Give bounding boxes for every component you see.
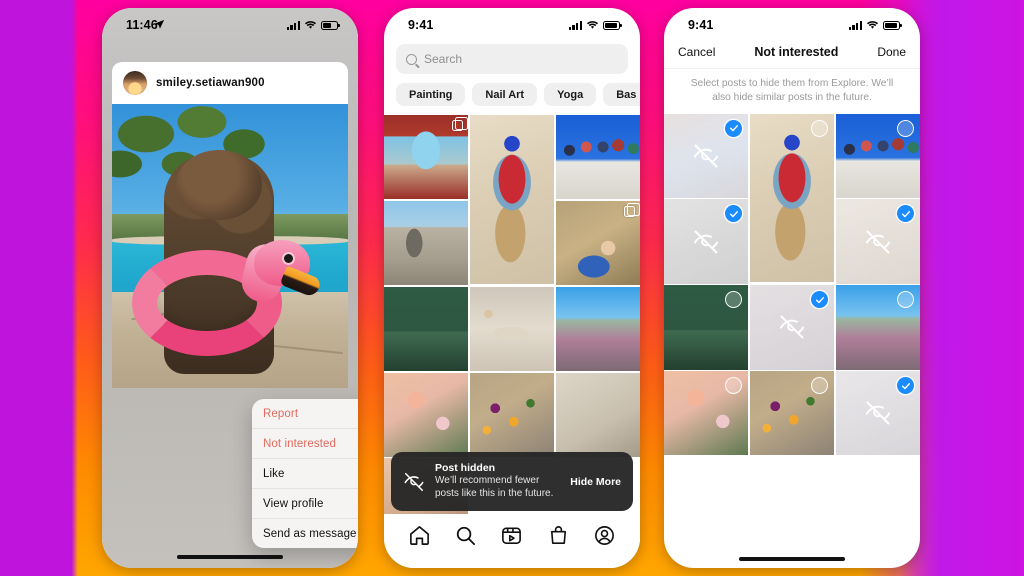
flamingo-beak [279, 265, 323, 299]
phone-1-post-menu: 11:46 smiley.setiawan900 Report Not inter… [102, 8, 358, 568]
wifi-icon [304, 21, 317, 29]
selectable-tile-arch-view[interactable] [664, 113, 749, 198]
avatar[interactable] [123, 71, 147, 95]
selectable-tile-friends-group[interactable] [835, 113, 920, 198]
tab-bar[interactable] [384, 514, 640, 568]
home-indicator [177, 554, 283, 559]
selectable-tile-dancer[interactable] [749, 113, 835, 283]
checkmark-icon-unselected[interactable] [725, 291, 743, 309]
selection-grid[interactable] [664, 113, 920, 456]
profile-icon[interactable] [593, 524, 616, 547]
battery-icon [321, 20, 340, 30]
checkmark-icon-unselected[interactable] [897, 119, 914, 137]
checkmark-icon-unselected[interactable] [725, 377, 743, 395]
checkmark-icon-unselected[interactable] [811, 119, 829, 137]
wifi-icon [586, 21, 599, 29]
grid-tile-coastline[interactable] [555, 286, 640, 372]
category-chips[interactable]: Painting Nail Art Yoga Bas [384, 74, 640, 115]
toast-subtitle: We’ll recommend fewer posts like this in… [435, 475, 554, 500]
status-bar: 9:41 [664, 8, 920, 38]
grid-tile-green-dining-room[interactable] [384, 286, 469, 372]
home-indicator [739, 556, 845, 561]
modal-header: Cancel Not interested Done [664, 38, 920, 69]
checkmark-icon-unselected[interactable] [811, 377, 829, 395]
grid-tile-flowers[interactable] [384, 372, 469, 457]
status-time: 11:46 [126, 18, 158, 32]
reels-icon[interactable] [500, 524, 523, 547]
cellular-signal-icon [848, 20, 862, 30]
page-title: Not interested [754, 45, 839, 59]
chip-nail-art[interactable]: Nail Art [472, 83, 538, 106]
post-photo[interactable] [112, 96, 348, 388]
menu-item-send-as-message[interactable]: Send as message [252, 519, 358, 548]
post-hidden-toast: Post hidden We’ll recommend fewer posts … [391, 452, 633, 511]
selectable-tile-stone-arch[interactable] [664, 199, 749, 284]
search-bar[interactable]: Search [396, 44, 628, 74]
selectable-tile-hand[interactable] [835, 371, 920, 456]
post-header[interactable]: smiley.setiawan900 [112, 62, 348, 104]
chip-bas[interactable]: Bas [603, 83, 640, 106]
selectable-tile-roasted-vegetables[interactable] [749, 371, 835, 456]
grid-tile-roasted-vegetables[interactable] [469, 372, 555, 457]
checkmark-icon-selected[interactable] [897, 377, 914, 395]
wifi-icon [866, 21, 879, 29]
chip-painting[interactable]: Painting [396, 83, 466, 106]
phone-2-explore: 9:41 Search Painting Nail Art Yoga Bas Post… [384, 8, 640, 568]
grid-tile-food-prep[interactable] [469, 286, 555, 372]
battery-icon [603, 20, 622, 30]
menu-item-like[interactable]: Like [252, 459, 358, 489]
chip-yoga[interactable]: Yoga [544, 83, 597, 106]
status-time: 9:41 [408, 18, 434, 32]
post-username[interactable]: smiley.setiawan900 [156, 77, 265, 89]
flamingo-float [132, 240, 323, 362]
checkmark-icon-selected[interactable] [725, 119, 743, 137]
selectable-tile-person-lying[interactable] [835, 199, 920, 284]
grid-tile-arch-view[interactable] [384, 115, 469, 200]
grid-tile-person-lying[interactable] [555, 200, 640, 286]
status-bar: 9:41 [384, 8, 640, 38]
post-context-menu: Report Not interested Like View profile Send… [252, 399, 358, 548]
selectable-tile-flowers[interactable] [664, 371, 749, 456]
carousel-icon [624, 202, 640, 217]
battery-icon [883, 20, 902, 30]
home-icon[interactable] [408, 524, 431, 547]
phone-3-not-interested: 9:41 Cancel Not interested Done Select p… [664, 8, 920, 568]
grid-tile-plate[interactable] [555, 372, 640, 457]
menu-item-not-interested[interactable]: Not interested [252, 429, 358, 459]
status-time: 9:41 [688, 18, 714, 32]
search-icon[interactable] [454, 524, 477, 547]
checkmark-icon-unselected[interactable] [897, 291, 914, 309]
cellular-signal-icon [286, 20, 300, 30]
shop-icon[interactable] [547, 524, 570, 547]
instruction-text: Select posts to hide them from Explore. … [690, 78, 894, 103]
toast-title: Post hidden [435, 462, 496, 475]
location-arrow-icon [154, 19, 165, 29]
selectable-tile-coastline[interactable] [835, 285, 920, 370]
grid-tile-stone-arch[interactable] [384, 200, 469, 286]
flamingo-eye [284, 254, 293, 263]
search-input[interactable]: Search [424, 52, 462, 66]
search-icon [406, 53, 417, 65]
selectable-tile-green-dining-room[interactable] [664, 285, 749, 370]
carousel-icon [452, 117, 468, 131]
cellular-signal-icon [568, 20, 582, 30]
menu-item-report[interactable]: Report [252, 399, 358, 429]
status-bar: 11:46 [102, 8, 358, 38]
hide-more-button[interactable]: Hide More [570, 476, 621, 488]
eye-hidden-icon [403, 471, 425, 493]
done-button[interactable]: Done [877, 45, 906, 59]
menu-item-view-profile[interactable]: View profile [252, 489, 358, 519]
selectable-tile-food-prep[interactable] [749, 285, 835, 370]
cancel-button[interactable]: Cancel [678, 45, 715, 59]
grid-tile-friends-group[interactable] [555, 115, 640, 200]
search-section: Search [384, 38, 640, 74]
grid-tile-dancer[interactable] [469, 115, 555, 284]
